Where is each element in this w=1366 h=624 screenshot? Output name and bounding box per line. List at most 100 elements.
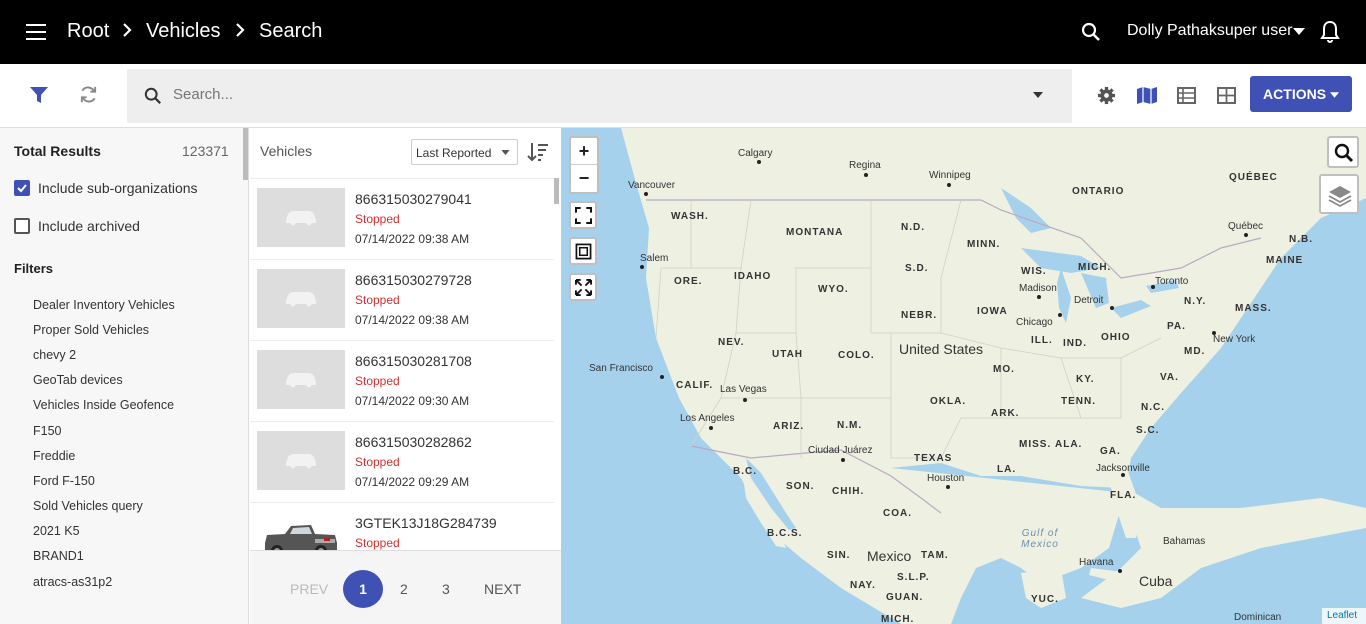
actions-button[interactable]: ACTIONS [1250,76,1352,112]
vehicle-thumbnail [257,188,345,247]
page-3-button[interactable]: 3 [442,581,450,597]
map-city-marker [864,173,868,177]
map-region-label: PA. [1167,321,1186,332]
notification-bell-icon[interactable] [1320,20,1340,43]
vehicle-row[interactable]: 866315030279728 Stopped 07/14/2022 09:38… [250,260,554,341]
vehicle-list-scrollbar[interactable] [554,178,559,204]
vehicle-thumbnail [257,269,345,328]
prev-page-button[interactable]: PREV [290,581,328,597]
map-region-label: MAINE [1266,255,1304,266]
filter-item[interactable]: Dealer Inventory Vehicles [33,298,175,312]
filter-item[interactable]: 2021 K5 [33,524,80,538]
filter-item[interactable]: Proper Sold Vehicles [33,323,149,337]
breadcrumb-root[interactable]: Root [67,20,109,43]
vehicle-id: 866315030281708 [355,353,472,369]
map-region-label: NEBR. [901,310,938,321]
zoom-out-button[interactable]: − [571,165,597,192]
map-region-label: QUÉBEC [1229,172,1278,183]
filter-item[interactable]: chevy 2 [33,348,76,362]
vehicle-row[interactable]: 866315030281708 Stopped 07/14/2022 09:30… [250,341,554,422]
truck-photo [265,525,337,550]
map-region-label: WYO. [818,284,849,295]
map-region-label: ONTARIO [1072,186,1125,197]
search-icon[interactable] [1081,22,1101,42]
map-city-marker [644,192,648,196]
sort-direction-icon[interactable] [527,142,549,162]
include-sub-orgs-checkbox[interactable] [14,180,30,196]
dropdown-caret-icon [501,150,510,155]
map-city-label: Los Angeles [680,413,735,424]
user-menu[interactable]: Dolly Pathaksuper user [1127,22,1292,40]
list-view-icon[interactable] [1177,87,1196,104]
grid-view-icon[interactable] [1217,87,1236,104]
map-city-marker [947,183,951,187]
map-region-label: COA. [883,508,912,519]
search-bar[interactable] [127,69,1072,123]
actions-label: ACTIONS [1263,86,1327,102]
search-input[interactable] [173,86,993,103]
map-city-label: Houston [927,473,965,484]
map-region-label: Bahamas [1163,536,1206,547]
vehicle-row[interactable]: 866315030279041 Stopped 07/14/2022 09:38… [250,179,554,260]
vehicle-row[interactable]: 866315030282862 Stopped 07/14/2022 09:29… [250,422,554,503]
filter-item[interactable]: atracs-as31p2 [33,575,112,589]
caret-down-icon[interactable] [1293,28,1305,36]
map-region-label: KY. [1076,374,1095,385]
map-country-label: Cuba [1139,573,1173,589]
include-archived-label[interactable]: Include archived [38,218,140,234]
filter-item[interactable]: Vehicles Inside Geofence [33,398,174,412]
dropdown-caret-icon[interactable] [1033,92,1043,98]
page-1-button[interactable]: 1 [343,570,383,608]
filter-item[interactable]: BRAND1 [33,549,84,563]
filter-item[interactable]: Ford F-150 [33,474,95,488]
map-region-label: B.C.S. [767,528,803,539]
filter-icon[interactable] [29,86,49,104]
total-results-label: Total Results [14,143,101,159]
filter-item[interactable]: Freddie [33,449,75,463]
fullscreen-button[interactable] [569,201,597,229]
map-view[interactable]: Calgary Regina Winnipeg Vancouver Salem … [561,128,1366,624]
filters-heading: Filters [14,261,54,276]
settings-gear-icon[interactable] [1097,86,1116,105]
map-region-label: COLO. [838,350,875,361]
include-sub-orgs-label[interactable]: Include sub-organizations [38,180,198,196]
vehicle-status: Stopped [355,374,400,388]
layers-button[interactable] [1319,174,1359,214]
map-city-marker [743,398,747,402]
vehicle-id: 3GTEK13J18G284739 [355,515,497,531]
map-city-label: Detroit [1074,295,1104,306]
filter-item[interactable]: Sold Vehicles query [33,499,143,513]
map-sea-label: Gulf of Mexico [1021,528,1059,550]
map-region-label: IOWA [977,306,1008,317]
search-icon [1334,143,1354,163]
map-region-label: IND. [1063,338,1087,349]
map-region-label: MINN. [967,239,1001,250]
filter-item[interactable]: GeoTab devices [33,373,123,387]
include-archived-checkbox[interactable] [14,218,30,234]
map-city-label: Ciudad Juárez [808,445,873,456]
chevron-right-icon [236,23,245,37]
map-region-label: N.Y. [1184,296,1207,307]
refresh-icon[interactable] [79,85,98,104]
map-search-button[interactable] [1327,136,1359,168]
map-view-icon[interactable] [1136,86,1158,105]
vehicle-row[interactable]: 3GTEK13J18G284739 Stopped [250,503,554,550]
car-placeholder-icon [286,211,316,226]
next-page-button[interactable]: NEXT [484,581,521,597]
map-region-label: S.L.P. [897,572,930,583]
leaflet-attribution[interactable]: Leaflet [1322,608,1366,624]
vehicle-last-reported: 07/14/2022 09:38 AM [355,232,470,246]
zoom-in-button[interactable]: + [571,138,597,165]
checkmark-icon [17,184,27,193]
filter-item[interactable]: F150 [33,424,62,438]
page-2-button[interactable]: 2 [400,581,408,597]
expand-button[interactable] [569,273,597,301]
map-region-label: OKLA. [930,396,967,407]
breadcrumb-vehicles[interactable]: Vehicles [146,20,221,43]
sort-select[interactable]: Last Reported [411,139,518,165]
menu-icon[interactable] [26,24,46,40]
map-region-label: S.C. [1136,425,1160,436]
breadcrumb-search: Search [259,20,323,42]
fit-bounds-button[interactable] [569,237,597,265]
sidebar-scrollbar[interactable] [243,128,248,180]
